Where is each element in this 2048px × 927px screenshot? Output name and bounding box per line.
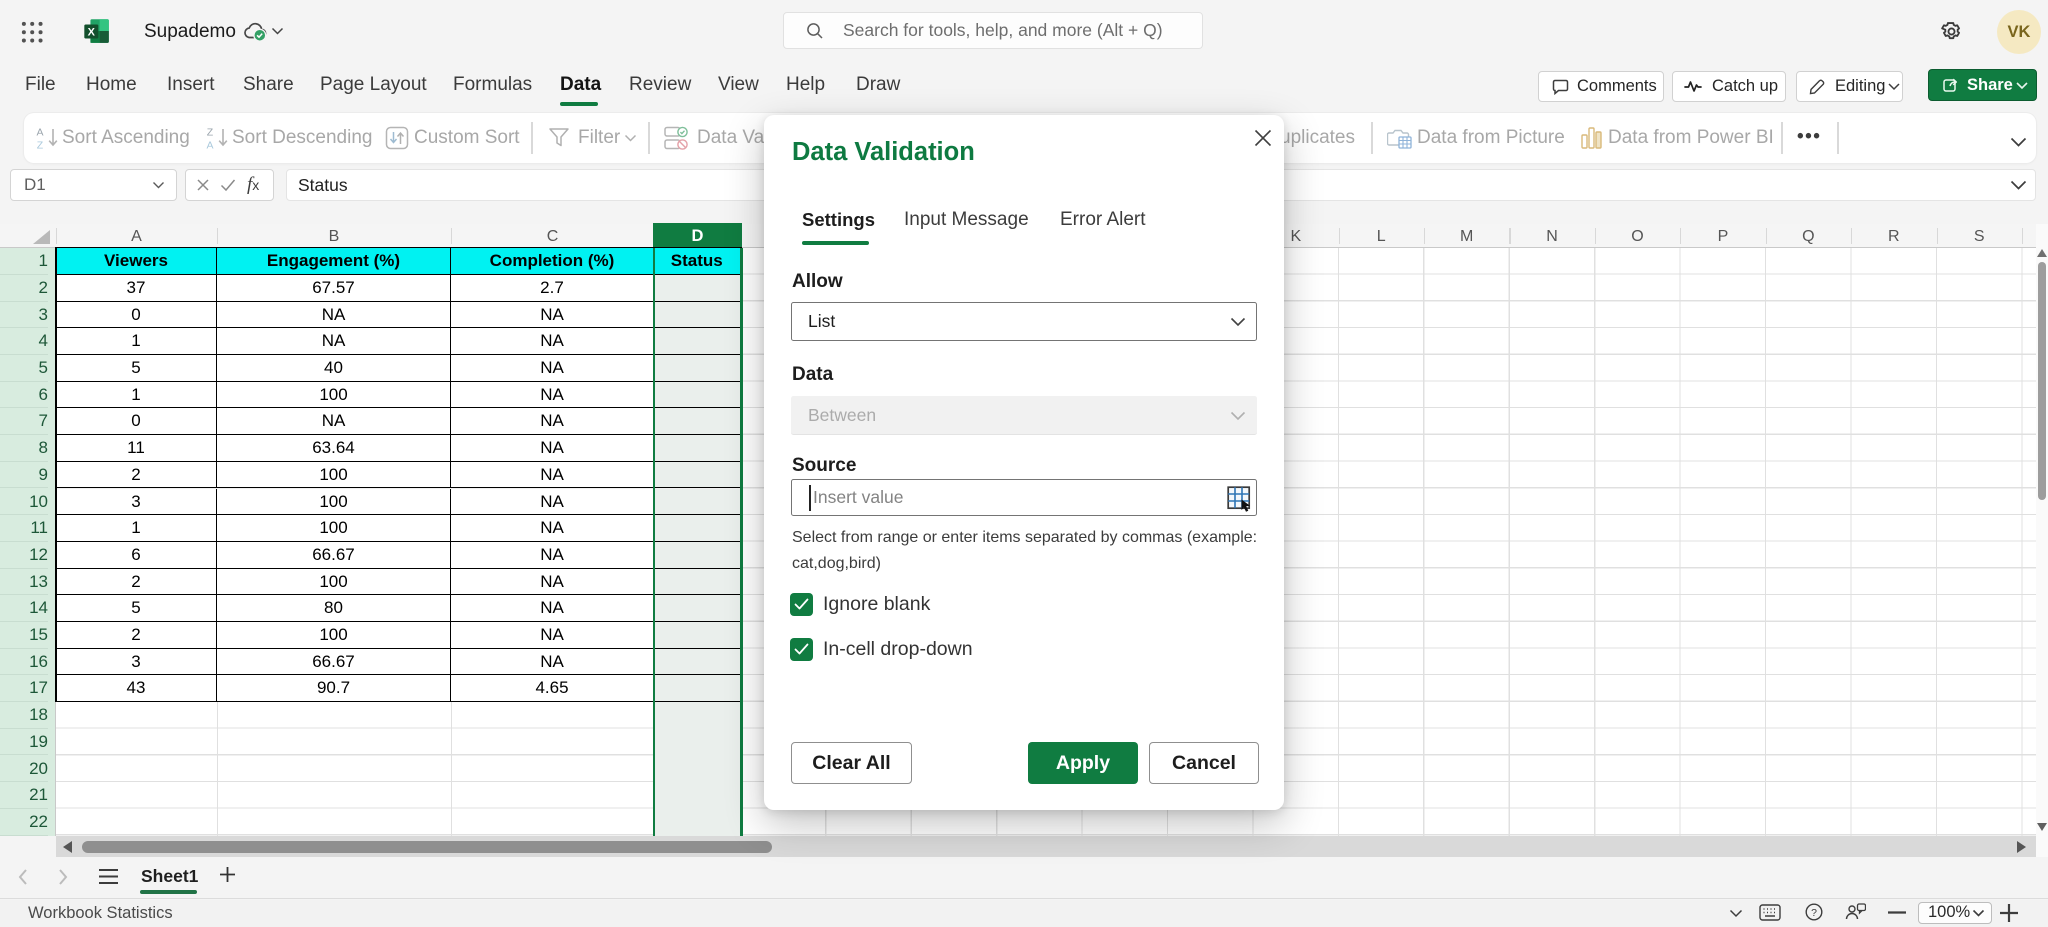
svg-text:X: X xyxy=(88,26,96,38)
svg-text:Z: Z xyxy=(207,127,214,139)
svg-text:?: ? xyxy=(1811,907,1817,919)
svg-text:A: A xyxy=(206,140,213,152)
svg-text:Z: Z xyxy=(37,140,44,152)
svg-text:A: A xyxy=(36,127,43,139)
